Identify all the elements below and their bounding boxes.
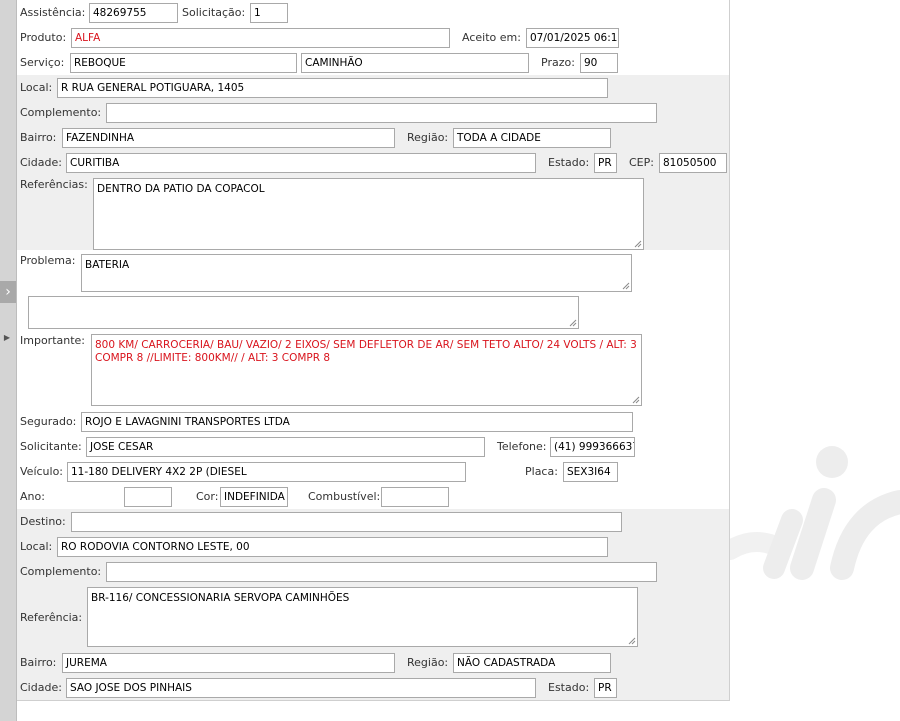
- destino-bairro-field[interactable]: JUREMA: [62, 653, 395, 673]
- complemento-label: Complemento:: [20, 106, 102, 119]
- destino-complemento-label: Complemento:: [20, 565, 102, 578]
- destino-referencia-textarea[interactable]: BR-116/ CONCESSIONARIA SERVOPA CAMINHÕES: [87, 587, 638, 647]
- assistencia-field[interactable]: 48269755: [89, 3, 178, 23]
- regiao-label: Região:: [407, 131, 449, 144]
- segurado-field[interactable]: ROJO E LAVAGNINI TRANSPORTES LTDA: [81, 412, 633, 432]
- referencias-text: DENTRO DA PATIO DA COPACOL: [97, 183, 265, 195]
- observacao-textarea[interactable]: [28, 296, 579, 329]
- assistencia-label: Assistência:: [20, 6, 86, 19]
- cor-label: Cor:: [196, 490, 219, 503]
- destino-bairro-label: Bairro:: [20, 656, 57, 669]
- solicitacao-label: Solicitação:: [182, 6, 246, 19]
- solicitacao-field[interactable]: 1: [250, 3, 288, 23]
- servico-label: Serviço:: [20, 56, 65, 69]
- problema-label: Problema:: [20, 254, 76, 267]
- importante-text: 800 KM/ CARROCERIA/ BAU/ VAZIO/ 2 EIXOS/…: [95, 339, 637, 364]
- cidade-label: Cidade:: [20, 156, 62, 169]
- resize-grip-icon[interactable]: [633, 239, 642, 248]
- cidade-field[interactable]: CURITIBA: [66, 153, 536, 173]
- referencias-label: Referências:: [20, 178, 88, 191]
- side-panel-strip: [0, 0, 17, 721]
- combustivel-label: Combustível:: [308, 490, 381, 503]
- ano-field[interactable]: [124, 487, 172, 507]
- destino-cidade-label: Cidade:: [20, 681, 62, 694]
- destino-referencia-text: BR-116/ CONCESSIONARIA SERVOPA CAMINHÕES: [91, 592, 350, 604]
- local-field[interactable]: R RUA GENERAL POTIGUARA, 1405: [57, 78, 608, 98]
- destino-estado-label: Estado:: [548, 681, 590, 694]
- destino-regiao-field[interactable]: NÃO CADASTRADA: [453, 653, 611, 673]
- expand-panel-button[interactable]: ›: [0, 281, 16, 303]
- importante-textarea[interactable]: 800 KM/ CARROCERIA/ BAU/ VAZIO/ 2 EIXOS/…: [91, 334, 642, 406]
- complemento-field[interactable]: [106, 103, 657, 123]
- cor-field[interactable]: INDEFINIDA: [220, 487, 288, 507]
- aceito-em-label: Aceito em:: [462, 31, 521, 44]
- destino-local-label: Local:: [20, 540, 53, 553]
- watermark-logo: [730, 446, 900, 580]
- destino-complemento-field[interactable]: [106, 562, 657, 582]
- resize-grip-icon[interactable]: [631, 395, 640, 404]
- chevron-right-icon: ›: [5, 284, 11, 300]
- destino-regiao-label: Região:: [407, 656, 449, 669]
- bairro-label: Bairro:: [20, 131, 57, 144]
- problema-text: BATERIA: [85, 259, 130, 271]
- importante-label: Importante:: [20, 334, 86, 347]
- servico-field[interactable]: REBOQUE: [70, 53, 297, 73]
- combustivel-field[interactable]: [381, 487, 449, 507]
- side-toggle-button[interactable]: ▶: [2, 332, 12, 344]
- veiculo-label: Veículo:: [20, 465, 64, 478]
- telefone-field[interactable]: (41) 999366637: [550, 437, 635, 457]
- servico-tipo-field[interactable]: CAMINHÃO: [301, 53, 529, 73]
- prazo-field[interactable]: 90: [580, 53, 618, 73]
- bairro-field[interactable]: FAZENDINHA: [62, 128, 395, 148]
- resize-grip-icon[interactable]: [627, 636, 636, 645]
- placa-label: Placa:: [525, 465, 558, 478]
- destino-estado-field[interactable]: PR: [594, 678, 617, 698]
- resize-grip-icon[interactable]: [568, 318, 577, 327]
- regiao-field[interactable]: TODA A CIDADE: [453, 128, 611, 148]
- triangle-right-icon: ▶: [3, 333, 11, 342]
- ano-label: Ano:: [20, 490, 45, 503]
- aceito-em-field[interactable]: 07/01/2025 06:15: [526, 28, 619, 48]
- referencias-textarea[interactable]: DENTRO DA PATIO DA COPACOL: [93, 178, 644, 250]
- solicitante-field[interactable]: JOSE CESAR: [86, 437, 485, 457]
- cep-field[interactable]: 81050500: [659, 153, 727, 173]
- prazo-label: Prazo:: [541, 56, 575, 69]
- solicitante-label: Solicitante:: [20, 440, 82, 453]
- destino-label: Destino:: [20, 515, 66, 528]
- destino-cidade-field[interactable]: SAO JOSE DOS PINHAIS: [66, 678, 536, 698]
- destino-field[interactable]: [71, 512, 622, 532]
- cep-label: CEP:: [629, 156, 654, 169]
- telefone-label: Telefone:: [497, 440, 547, 453]
- destino-referencia-label: Referência:: [20, 611, 83, 624]
- estado-label: Estado:: [548, 156, 590, 169]
- veiculo-field[interactable]: 11-180 DELIVERY 4X2 2P (DIESEL: [67, 462, 466, 482]
- local-label: Local:: [20, 81, 53, 94]
- problema-textarea[interactable]: BATERIA: [81, 254, 632, 292]
- placa-field[interactable]: SEX3I64: [563, 462, 618, 482]
- destino-local-field[interactable]: RO RODOVIA CONTORNO LESTE, 00: [57, 537, 608, 557]
- estado-field[interactable]: PR: [594, 153, 617, 173]
- resize-grip-icon[interactable]: [621, 281, 630, 290]
- produto-label: Produto:: [20, 31, 67, 44]
- segurado-label: Segurado:: [20, 415, 77, 428]
- produto-field[interactable]: ALFA: [71, 28, 450, 48]
